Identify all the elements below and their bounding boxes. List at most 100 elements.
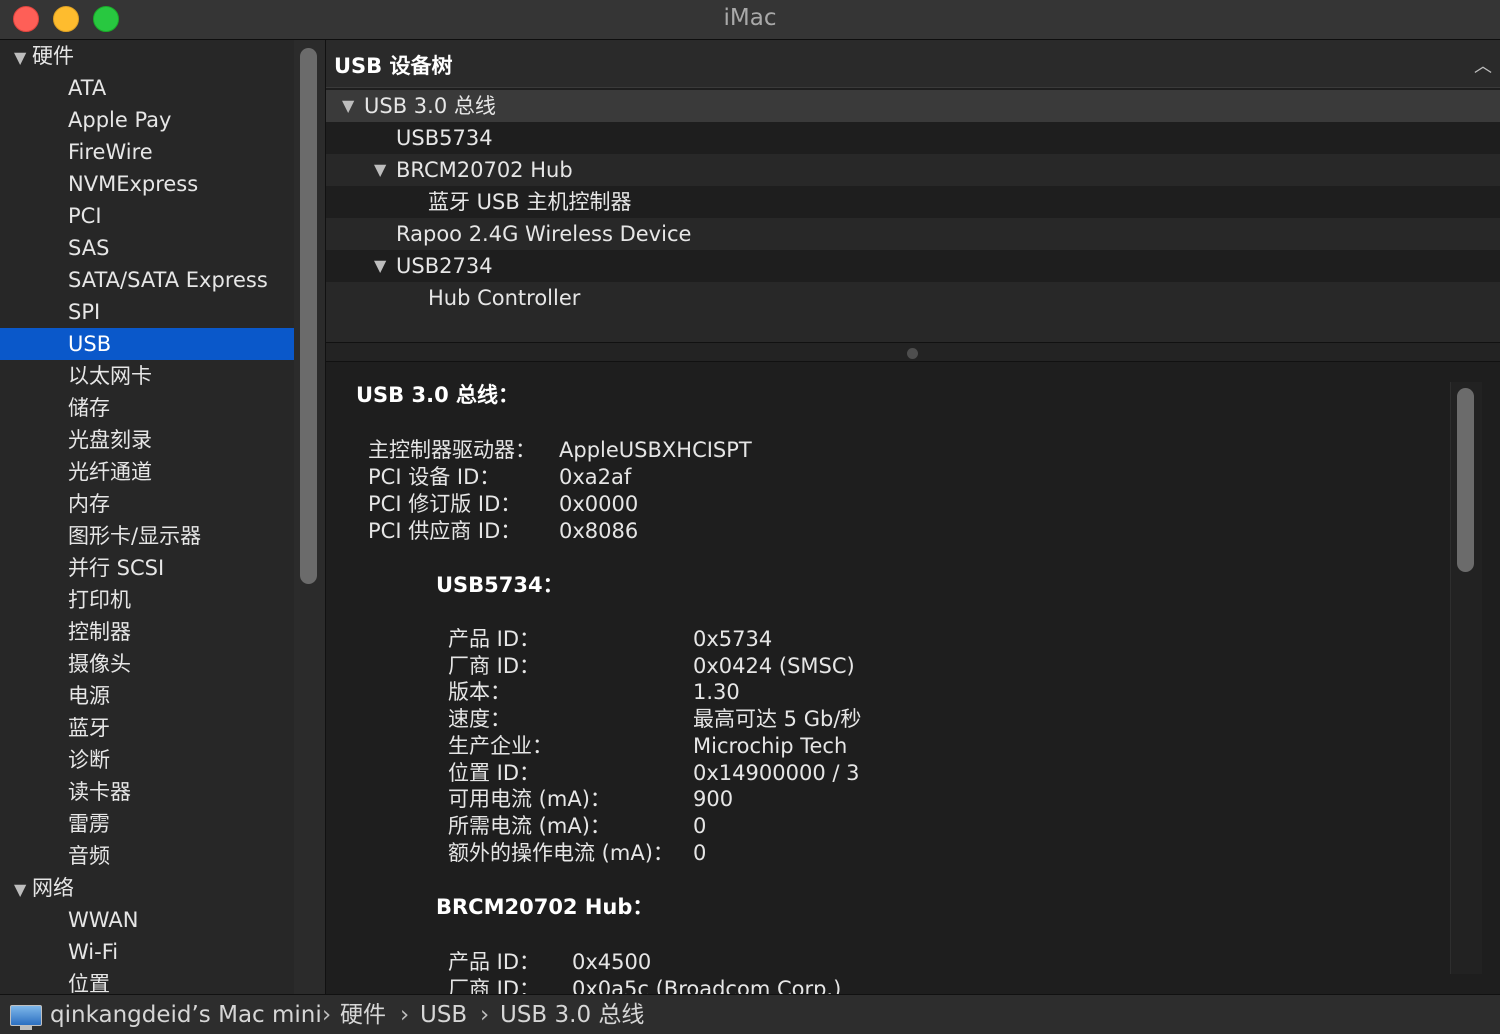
sidebar-item[interactable]: 光纤通道 <box>0 456 294 488</box>
sidebar-item[interactable]: Wi-Fi <box>0 936 294 968</box>
property-value: 0x4500 <box>572 950 652 974</box>
sidebar-item-label: SAS <box>68 236 110 260</box>
sidebar-item[interactable]: 打印机 <box>0 584 294 616</box>
sidebar-item-label: 硬件 <box>32 44 74 68</box>
property-key: 厂商 ID： <box>448 976 541 994</box>
sidebar-item[interactable]: 电源 <box>0 680 294 712</box>
disclosure-triangle-icon[interactable]: ▼ <box>14 42 32 74</box>
sidebar-item[interactable]: ATA <box>0 72 294 104</box>
property-value: 0 <box>693 840 707 865</box>
sidebar-item[interactable]: 内存 <box>0 488 294 520</box>
disclosure-triangle-icon[interactable]: ▼ <box>342 90 360 122</box>
device-tree-label: USB5734 <box>396 126 493 150</box>
device-tree-row[interactable]: ▼ USB 3.0 总线 <box>326 90 1500 122</box>
sidebar-item-label: 蓝牙 <box>68 716 110 740</box>
sidebar-item-label: 诊断 <box>68 748 110 772</box>
detail-scrollbar-thumb[interactable] <box>1457 388 1474 572</box>
property-value: 0x5734 <box>693 627 773 651</box>
sidebar-item-label: WWAN <box>68 908 139 932</box>
disclosure-triangle-icon[interactable]: ▼ <box>14 874 32 906</box>
sidebar-item[interactable]: Apple Pay <box>0 104 294 136</box>
device-heading: USB5734： <box>436 573 564 597</box>
property-value: 0x14900000 / 3 <box>693 760 860 785</box>
sidebar-item[interactable]: PCI <box>0 200 294 232</box>
breadcrumb-item[interactable]: 硬件 <box>340 995 386 1034</box>
sidebar-item[interactable]: 图形卡/显示器 <box>0 520 294 552</box>
sidebar-item[interactable]: 光盘刻录 <box>0 424 294 456</box>
property-key: 速度： <box>448 707 511 732</box>
sidebar-item-label: 雷雳 <box>68 812 110 836</box>
chevron-up-icon[interactable]: ︿ <box>1474 52 1492 78</box>
property-key: PCI 供应商 ID： <box>368 519 522 543</box>
sidebar-item-label: ATA <box>68 76 107 100</box>
sidebar-item-label: 图形卡/显示器 <box>68 524 202 548</box>
property-key: 产品 ID： <box>448 627 541 651</box>
property-key: 额外的操作电流 (mA)： <box>448 840 674 865</box>
sidebar-item[interactable]: 雷雳 <box>0 808 294 840</box>
sidebar-section[interactable]: ▼ 硬件 <box>0 40 294 72</box>
sidebar-item[interactable]: WWAN <box>0 904 294 936</box>
sidebar-item[interactable]: SPI <box>0 296 294 328</box>
device-tree-label: USB2734 <box>396 254 493 278</box>
content-panel: USB 设备树 ︿ ▼ USB 3.0 总线 USB5734 ▼ BRCM20702 H… <box>326 40 1500 994</box>
sidebar-item[interactable]: SAS <box>0 232 294 264</box>
disclosure-triangle-icon[interactable]: ▼ <box>374 250 392 282</box>
device-tree-row[interactable]: Rapoo 2.4G Wireless Device <box>326 218 1500 250</box>
property-value: 900 <box>693 787 734 812</box>
pane-splitter[interactable] <box>326 342 1500 362</box>
property-value: 1.30 <box>693 680 740 705</box>
title-bar: iMac <box>0 0 1500 40</box>
device-tree-label: USB 3.0 总线 <box>364 94 496 118</box>
breadcrumb-item[interactable]: qinkangdeid’s Mac mini <box>50 995 322 1034</box>
disclosure-triangle-icon[interactable]: ▼ <box>374 154 392 186</box>
property-value: AppleUSBXHCISPT <box>559 438 752 462</box>
property-value: 最高可达 5 Gb/秒 <box>693 707 862 732</box>
chevron-right-icon: › <box>480 1002 490 1028</box>
sidebar-item[interactable]: 位置 <box>0 968 294 994</box>
path-bar: qinkangdeid’s Mac mini › 硬件 › USB › USB 3.0 总线 <box>0 994 1500 1034</box>
sidebar-item-label: 摄像头 <box>68 652 131 676</box>
breadcrumb-item[interactable]: USB <box>420 995 467 1034</box>
breadcrumb-item[interactable]: USB 3.0 总线 <box>500 995 644 1034</box>
sidebar-item-label: 读卡器 <box>68 780 131 804</box>
splitter-handle[interactable] <box>907 348 918 359</box>
sidebar-item[interactable]: 以太网卡 <box>0 360 294 392</box>
sidebar-item[interactable]: 并行 SCSI <box>0 552 294 584</box>
property-value: Microchip Tech <box>693 733 848 758</box>
sidebar-item[interactable]: 储存 <box>0 392 294 424</box>
sidebar-item-label: 电源 <box>68 684 110 708</box>
sidebar: ▼ 硬件 ATA Apple Pay FireWire NVMExpress PCI SAS S… <box>0 40 294 994</box>
sidebar-item[interactable]: 摄像头 <box>0 648 294 680</box>
device-tree-row[interactable]: Hub Controller <box>326 282 1500 314</box>
sidebar-item[interactable]: 蓝牙 <box>0 712 294 744</box>
sidebar-item[interactable]: 控制器 <box>0 616 294 648</box>
chevron-right-icon: › <box>400 1002 410 1028</box>
device-tree-row[interactable]: ▼ USB2734 <box>326 250 1500 282</box>
property-key: 版本： <box>448 680 511 705</box>
device-tree-label: 蓝牙 USB 主机控制器 <box>428 190 632 214</box>
sidebar-section[interactable]: ▼ 网络 <box>0 872 294 904</box>
sidebar-item[interactable]: FireWire <box>0 136 294 168</box>
sidebar-item[interactable]: SATA/SATA Express <box>0 264 294 296</box>
sidebar-item[interactable]: USB <box>0 328 294 360</box>
device-tree-row-empty <box>326 314 1500 344</box>
property-value: 0x8086 <box>559 519 639 543</box>
device-tree-header[interactable]: USB 设备树 ︿ <box>326 40 1500 88</box>
sidebar-item-label: Wi-Fi <box>68 940 119 964</box>
sidebar-item-label: 储存 <box>68 396 110 420</box>
sidebar-item[interactable]: NVMExpress <box>0 168 294 200</box>
sidebar-item[interactable]: 诊断 <box>0 744 294 776</box>
sidebar-item-label: 以太网卡 <box>68 364 152 388</box>
sidebar-item-label: 打印机 <box>68 588 131 612</box>
device-tree-row[interactable]: 蓝牙 USB 主机控制器 <box>326 186 1500 218</box>
sidebar-item-label: 光纤通道 <box>68 460 152 484</box>
property-key: 位置 ID： <box>448 760 541 785</box>
property-value: 0 <box>693 813 707 838</box>
device-tree-row[interactable]: USB5734 <box>326 122 1500 154</box>
sidebar-scrollbar-thumb[interactable] <box>300 48 317 584</box>
device-tree-row[interactable]: ▼ BRCM20702 Hub <box>326 154 1500 186</box>
property-key: PCI 设备 ID： <box>368 465 501 489</box>
device-tree-label: BRCM20702 Hub <box>396 158 573 182</box>
sidebar-item[interactable]: 音频 <box>0 840 294 872</box>
sidebar-item[interactable]: 读卡器 <box>0 776 294 808</box>
